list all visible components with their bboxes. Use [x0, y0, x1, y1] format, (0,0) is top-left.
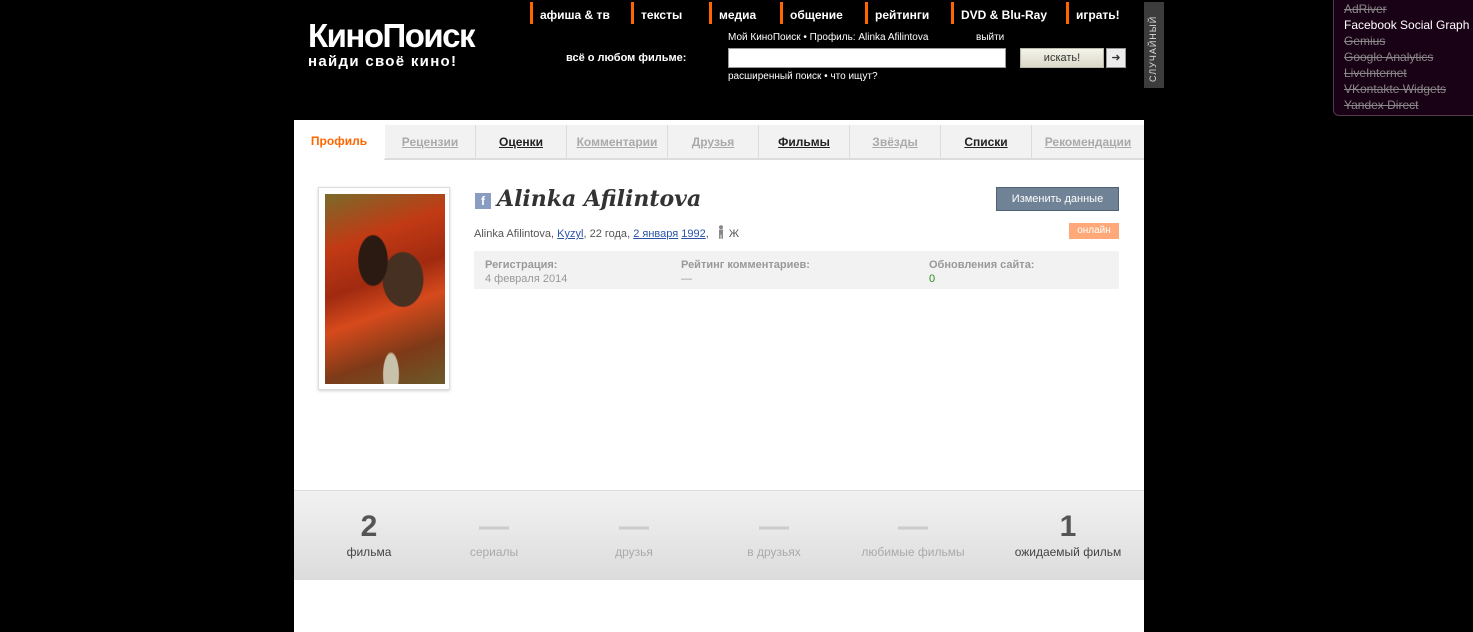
counter-number: 2: [360, 510, 378, 543]
tab-votes[interactable]: Оценки: [476, 125, 567, 159]
tab-stars[interactable]: Звёзды: [850, 125, 941, 159]
city-link[interactable]: Kyzyl: [557, 228, 583, 240]
tab-friends[interactable]: Друзья: [668, 125, 759, 159]
top-nav: афиша & тв тексты медиа общение рейтинги…: [530, 2, 1126, 26]
stat-label: Рейтинг комментариев:: [681, 259, 810, 271]
avatar-image: [325, 194, 445, 384]
profile-link[interactable]: Профиль: Alinka Afilintova: [810, 32, 929, 43]
search-links: расширенный поиск • что ищут?: [728, 71, 878, 82]
profile-page: Профиль Рецензии Оценки Комментарии Друз…: [294, 120, 1144, 632]
stat-label: Регистрация:: [485, 259, 558, 271]
counter-number: —: [479, 510, 509, 543]
counter-number: —: [619, 510, 649, 543]
tracker-item[interactable]: Gemius: [1344, 33, 1473, 49]
edit-profile-button[interactable]: Изменить данные: [996, 187, 1119, 211]
stat-value[interactable]: 0: [929, 272, 1034, 286]
profile-tabs: Профиль Рецензии Оценки Комментарии Друз…: [294, 120, 1144, 160]
arrow-right-icon[interactable]: ➜: [1106, 48, 1126, 68]
age: 22 года: [589, 228, 628, 240]
birth-year-link[interactable]: 1992: [681, 228, 705, 240]
tracker-item[interactable]: LiveInternet: [1344, 65, 1473, 81]
counter-expected-films[interactable]: 1 ожидаемый фильм: [1003, 509, 1133, 559]
profile-stats: Регистрация: 4 февраля 2014 Рейтинг комм…: [474, 251, 1119, 289]
stat-site-updates: Обновления сайта: 0: [929, 258, 1034, 286]
birthday-link[interactable]: 2 января: [633, 228, 678, 240]
counter-number: —: [898, 510, 928, 543]
tab-recommendations[interactable]: Рекомендации: [1032, 125, 1144, 159]
online-badge: онлайн: [1069, 223, 1119, 239]
my-kinopoisk-link[interactable]: Мой КиноПоиск: [728, 32, 801, 43]
tabs-divider: [384, 159, 1144, 160]
search-slogan: всё о любом фильме:: [566, 52, 687, 64]
user-links: Мой КиноПоиск • Профиль: Alinka Afilinto…: [728, 32, 1004, 43]
logo[interactable]: КиноПоиск найди своё кино!: [308, 18, 513, 74]
advanced-search-link[interactable]: расширенный поиск: [728, 71, 821, 82]
nav-community[interactable]: общение: [780, 2, 865, 24]
counter-films[interactable]: 2 фильма: [304, 509, 434, 559]
tracker-item[interactable]: Yandex Direct: [1344, 97, 1473, 113]
tab-lists[interactable]: Списки: [941, 125, 1032, 159]
counter-label: любимые фильмы: [861, 545, 965, 559]
tab-reviews[interactable]: Рецензии: [385, 125, 476, 159]
counter-number: 1: [1059, 510, 1077, 543]
tab-comments[interactable]: Комментарии: [567, 125, 668, 159]
search-input[interactable]: [728, 48, 1006, 68]
info-name: Alinka Afilintova: [474, 228, 552, 240]
exit-link[interactable]: выйти: [976, 32, 1004, 43]
who-searches-link[interactable]: что ищут?: [830, 71, 877, 82]
avatar[interactable]: [318, 187, 450, 390]
gender: Ж: [728, 228, 740, 240]
profile-info: Alinka Afilintova, Kyzyl, 22 года, 2 янв…: [474, 225, 739, 240]
stat-value: —: [681, 273, 692, 285]
logo-title: КиноПоиск: [308, 17, 476, 54]
facebook-icon[interactable]: f: [475, 193, 491, 209]
profile-counters: 2 фильма — сериалы — друзья — в друзьях …: [294, 490, 1144, 580]
profile-name: Alinka Afilintova: [497, 186, 702, 212]
logo-tagline: найди своё кино!: [308, 53, 458, 70]
counter-label: сериалы: [469, 545, 519, 559]
counter-label: в друзьях: [747, 545, 801, 559]
stat-comment-rating: Рейтинг комментариев: —: [681, 258, 810, 286]
nav-texts[interactable]: тексты: [631, 2, 709, 24]
tracker-item[interactable]: Facebook Social Graph: [1344, 17, 1473, 33]
counter-label: ожидаемый фильм: [1014, 545, 1122, 559]
counter-number: —: [759, 510, 789, 543]
nav-media[interactable]: медиа: [709, 2, 780, 24]
tracker-item[interactable]: VKontakte Widgets: [1344, 81, 1473, 97]
nav-afisha[interactable]: афиша & тв: [530, 2, 631, 24]
nav-ratings[interactable]: рейтинги: [865, 2, 951, 24]
tracker-item[interactable]: Google Analytics: [1344, 49, 1473, 65]
counter-favorite-films[interactable]: — любимые фильмы: [848, 509, 978, 559]
counter-label: друзья: [615, 545, 653, 559]
counter-friends[interactable]: — друзья: [569, 509, 699, 559]
stat-registration: Регистрация: 4 февраля 2014: [485, 258, 567, 286]
tab-films[interactable]: Фильмы: [759, 125, 850, 159]
nav-dvd[interactable]: DVD & Blu-Ray: [951, 2, 1066, 24]
person-icon: [718, 225, 723, 239]
tab-profile[interactable]: Профиль: [294, 120, 384, 160]
counter-in-friends[interactable]: — в друзьях: [709, 509, 839, 559]
random-label: СЛУЧАЙНЫЙ: [1148, 15, 1158, 82]
tracker-panel: AdRiver Facebook Social Graph Gemius Goo…: [1333, 0, 1473, 116]
stat-label: Обновления сайта:: [929, 259, 1035, 271]
stat-value: 4 февраля 2014: [485, 273, 568, 285]
random-film-button[interactable]: СЛУЧАЙНЫЙ: [1144, 2, 1164, 88]
counter-label: фильма: [346, 545, 392, 559]
search-button[interactable]: искать!: [1020, 48, 1104, 68]
counter-series[interactable]: — сериалы: [429, 509, 559, 559]
nav-play[interactable]: играть!: [1066, 2, 1126, 24]
tracker-item[interactable]: AdRiver: [1344, 1, 1473, 17]
